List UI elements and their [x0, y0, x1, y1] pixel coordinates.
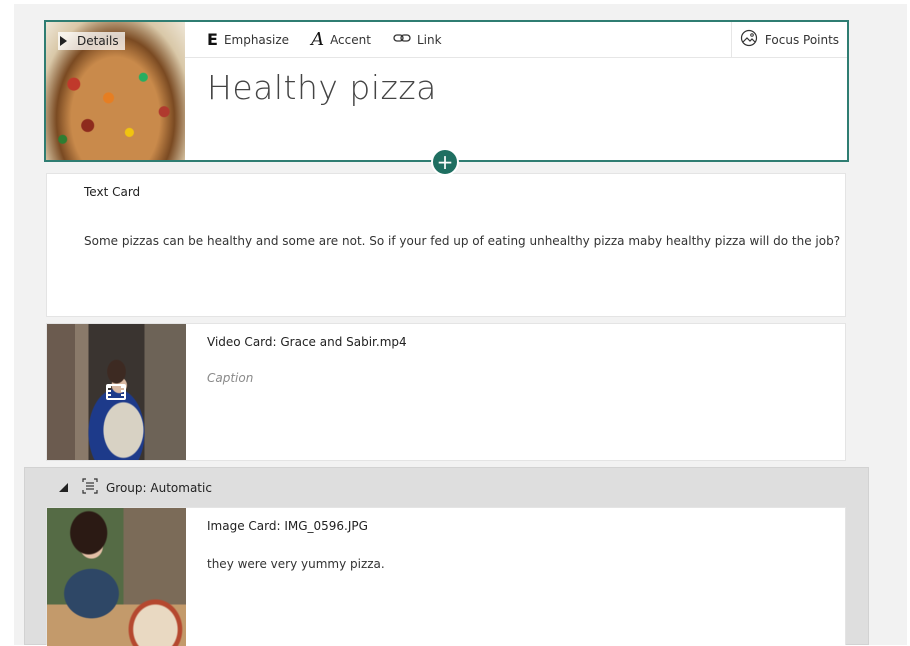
add-card-button[interactable]: +	[431, 148, 459, 176]
image-thumbnail[interactable]	[47, 508, 186, 646]
group-label: Group: Automatic	[106, 480, 212, 495]
focus-points-icon	[740, 29, 758, 50]
triangle-right-icon	[60, 36, 67, 46]
video-card-heading: Video Card: Grace and Sabir.mp4	[207, 335, 407, 349]
video-still	[47, 324, 186, 460]
text-card-body[interactable]: Some pizzas can be healthy and some are …	[84, 234, 840, 248]
link-label: Link	[416, 32, 442, 47]
focus-points-button[interactable]: Focus Points	[731, 22, 847, 57]
group-icon	[82, 478, 98, 497]
triangle-down-icon[interactable]	[59, 483, 68, 492]
group-header[interactable]: Group: Automatic	[59, 478, 212, 497]
link-icon	[393, 32, 411, 47]
accent-button[interactable]: A Accent	[311, 29, 371, 50]
image-card[interactable]: Image Card: IMG_0596.JPG they were very …	[46, 507, 846, 646]
title-card[interactable]: Details E Emphasize A Accent Link Focus …	[44, 20, 849, 162]
image-card-caption[interactable]: they were very yummy pizza.	[207, 557, 385, 571]
image-card-heading: Image Card: IMG_0596.JPG	[207, 519, 368, 533]
image-photo	[47, 508, 186, 646]
accent-label: Accent	[330, 32, 371, 47]
focus-points-label: Focus Points	[764, 32, 840, 47]
page-title[interactable]: Healthy pizza	[207, 68, 437, 107]
emphasize-button[interactable]: E Emphasize	[207, 30, 289, 49]
emphasize-label: Emphasize	[223, 32, 290, 47]
video-card[interactable]: Video Card: Grace and Sabir.mp4 Caption	[46, 323, 846, 461]
details-label: Details	[77, 34, 119, 48]
title-card-image[interactable]: Details	[46, 22, 185, 160]
details-toggle[interactable]: Details	[58, 32, 125, 50]
film-icon	[106, 384, 126, 400]
caption-field[interactable]: Caption	[207, 371, 253, 385]
emphasize-icon: E	[207, 30, 218, 49]
text-card[interactable]: Text Card Some pizzas can be healthy and…	[46, 173, 846, 317]
accent-icon: A	[311, 29, 325, 50]
text-card-heading: Text Card	[84, 185, 141, 199]
link-button[interactable]: Link	[393, 32, 442, 47]
video-thumbnail[interactable]	[47, 324, 186, 460]
